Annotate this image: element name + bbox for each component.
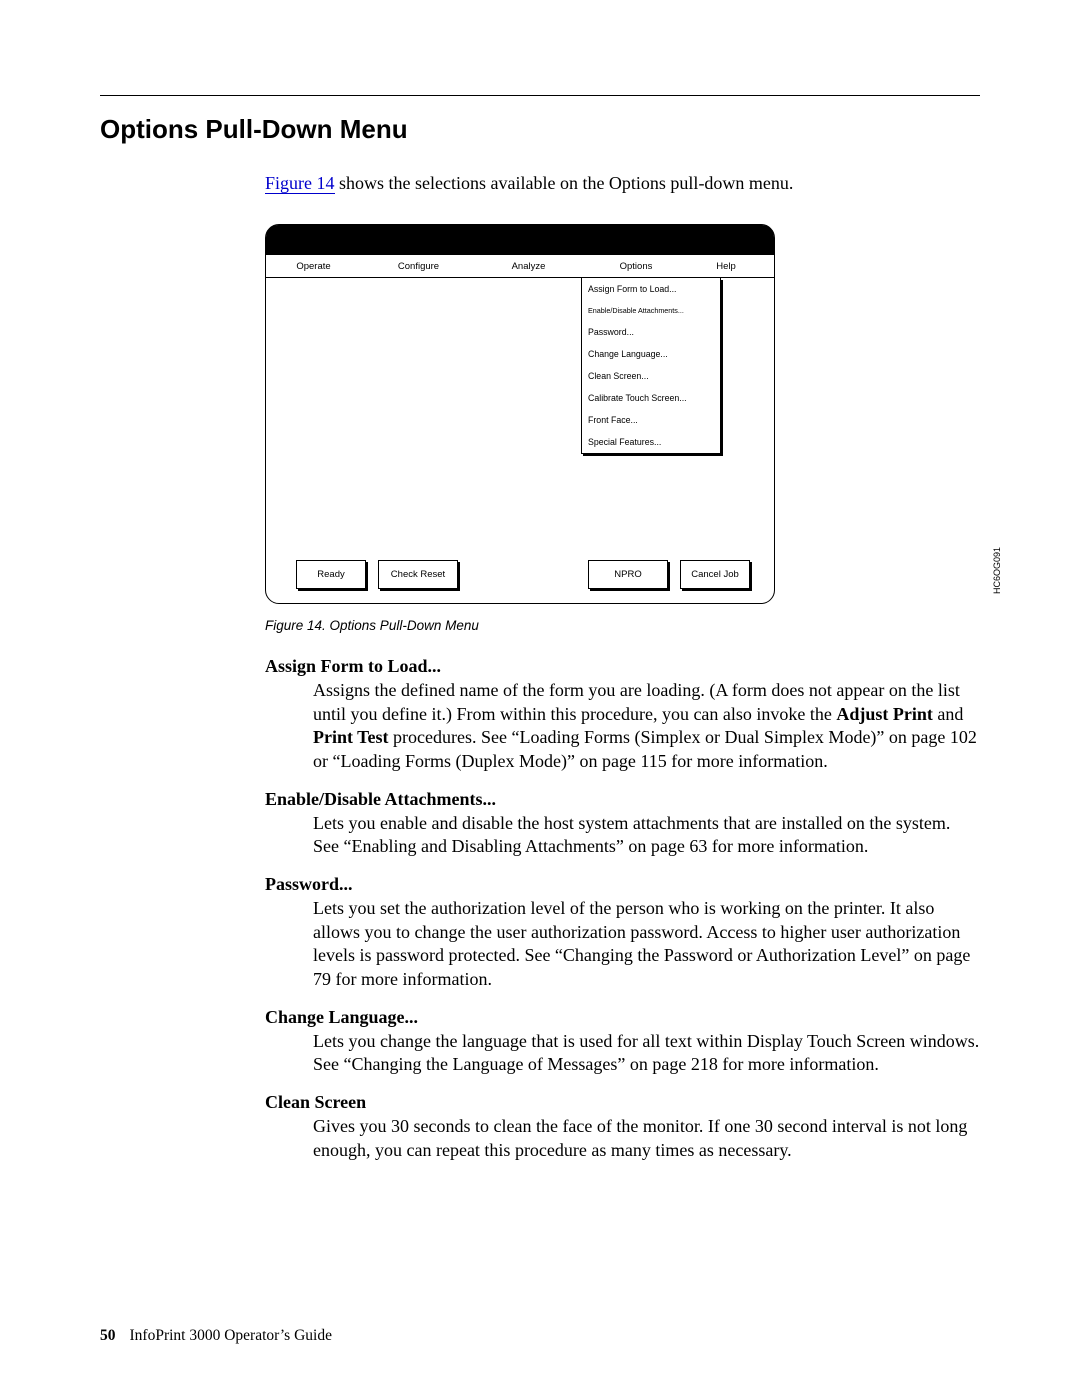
dropdown-item-assign-form[interactable]: Assign Form to Load... xyxy=(582,278,720,300)
figure-caption: Figure 14. Options Pull-Down Menu xyxy=(265,618,980,633)
def-clean-screen: Clean Screen Gives you 30 seconds to cle… xyxy=(265,1091,980,1162)
ui-menubar: Operate Configure Analyze Options Help xyxy=(266,255,774,278)
dropdown-item-enable-disable[interactable]: Enable/Disable Attachments... xyxy=(582,300,720,321)
def-body: Assigns the defined name of the form you… xyxy=(313,679,980,774)
figure-code: HC6OG091 xyxy=(992,547,1002,594)
doc-title: InfoPrint 3000 Operator’s Guide xyxy=(130,1327,332,1344)
def-term: Enable/Disable Attachments... xyxy=(265,788,980,812)
def-bold: Print Test xyxy=(313,727,389,747)
def-term: Password... xyxy=(265,873,980,897)
cancel-job-button[interactable]: Cancel Job xyxy=(680,560,750,589)
dropdown-item-special-features[interactable]: Special Features... xyxy=(582,431,720,453)
def-body: Lets you enable and disable the host sys… xyxy=(313,812,980,860)
dropdown-item-clean-screen[interactable]: Clean Screen... xyxy=(582,365,720,387)
def-term: Change Language... xyxy=(265,1006,980,1030)
npro-button[interactable]: NPRO xyxy=(588,560,668,589)
definition-list: Assign Form to Load... Assigns the defin… xyxy=(265,655,980,1162)
def-body: Lets you set the authorization level of … xyxy=(313,897,980,992)
figure-reference-link[interactable]: Figure 14 xyxy=(265,173,335,194)
options-dropdown: Assign Form to Load... Enable/Disable At… xyxy=(581,278,721,454)
def-text: and xyxy=(933,704,964,724)
page-footer: 50 InfoPrint 3000 Operator’s Guide xyxy=(100,1327,332,1345)
ui-button-row: Ready Check Reset NPRO Cancel Job xyxy=(266,560,774,589)
ui-screenshot-frame: Operate Configure Analyze Options Help A… xyxy=(265,224,775,604)
def-bold: Adjust Print xyxy=(836,704,933,724)
def-body: Lets you change the language that is use… xyxy=(313,1030,980,1078)
menu-configure[interactable]: Configure xyxy=(361,261,476,272)
def-text: procedures. See “Loading Forms (Simplex … xyxy=(313,727,977,771)
def-assign-form: Assign Form to Load... Assigns the defin… xyxy=(265,655,980,774)
intro-paragraph: Figure 14 shows the selections available… xyxy=(265,173,980,194)
dropdown-item-password[interactable]: Password... xyxy=(582,321,720,343)
ui-titlebar xyxy=(266,225,774,255)
intro-text: shows the selections available on the Op… xyxy=(335,173,794,193)
dropdown-item-change-language[interactable]: Change Language... xyxy=(582,343,720,365)
def-term: Clean Screen xyxy=(265,1091,980,1115)
dropdown-item-front-face[interactable]: Front Face... xyxy=(582,409,720,431)
def-body: Gives you 30 seconds to clean the face o… xyxy=(313,1115,980,1163)
page-number: 50 xyxy=(100,1327,116,1344)
dropdown-item-calibrate[interactable]: Calibrate Touch Screen... xyxy=(582,387,720,409)
section-heading: Options Pull-Down Menu xyxy=(100,114,980,145)
menu-operate[interactable]: Operate xyxy=(266,261,361,272)
top-rule xyxy=(100,95,980,96)
ready-button[interactable]: Ready xyxy=(296,560,366,589)
def-enable-disable: Enable/Disable Attachments... Lets you e… xyxy=(265,788,980,859)
def-password: Password... Lets you set the authorizati… xyxy=(265,873,980,992)
check-reset-button[interactable]: Check Reset xyxy=(378,560,458,589)
menu-analyze[interactable]: Analyze xyxy=(476,261,581,272)
def-term: Assign Form to Load... xyxy=(265,655,980,679)
def-change-language: Change Language... Lets you change the l… xyxy=(265,1006,980,1077)
menu-options[interactable]: Options xyxy=(581,261,691,272)
menu-help[interactable]: Help xyxy=(691,261,761,272)
figure-container: Operate Configure Analyze Options Help A… xyxy=(265,224,980,604)
